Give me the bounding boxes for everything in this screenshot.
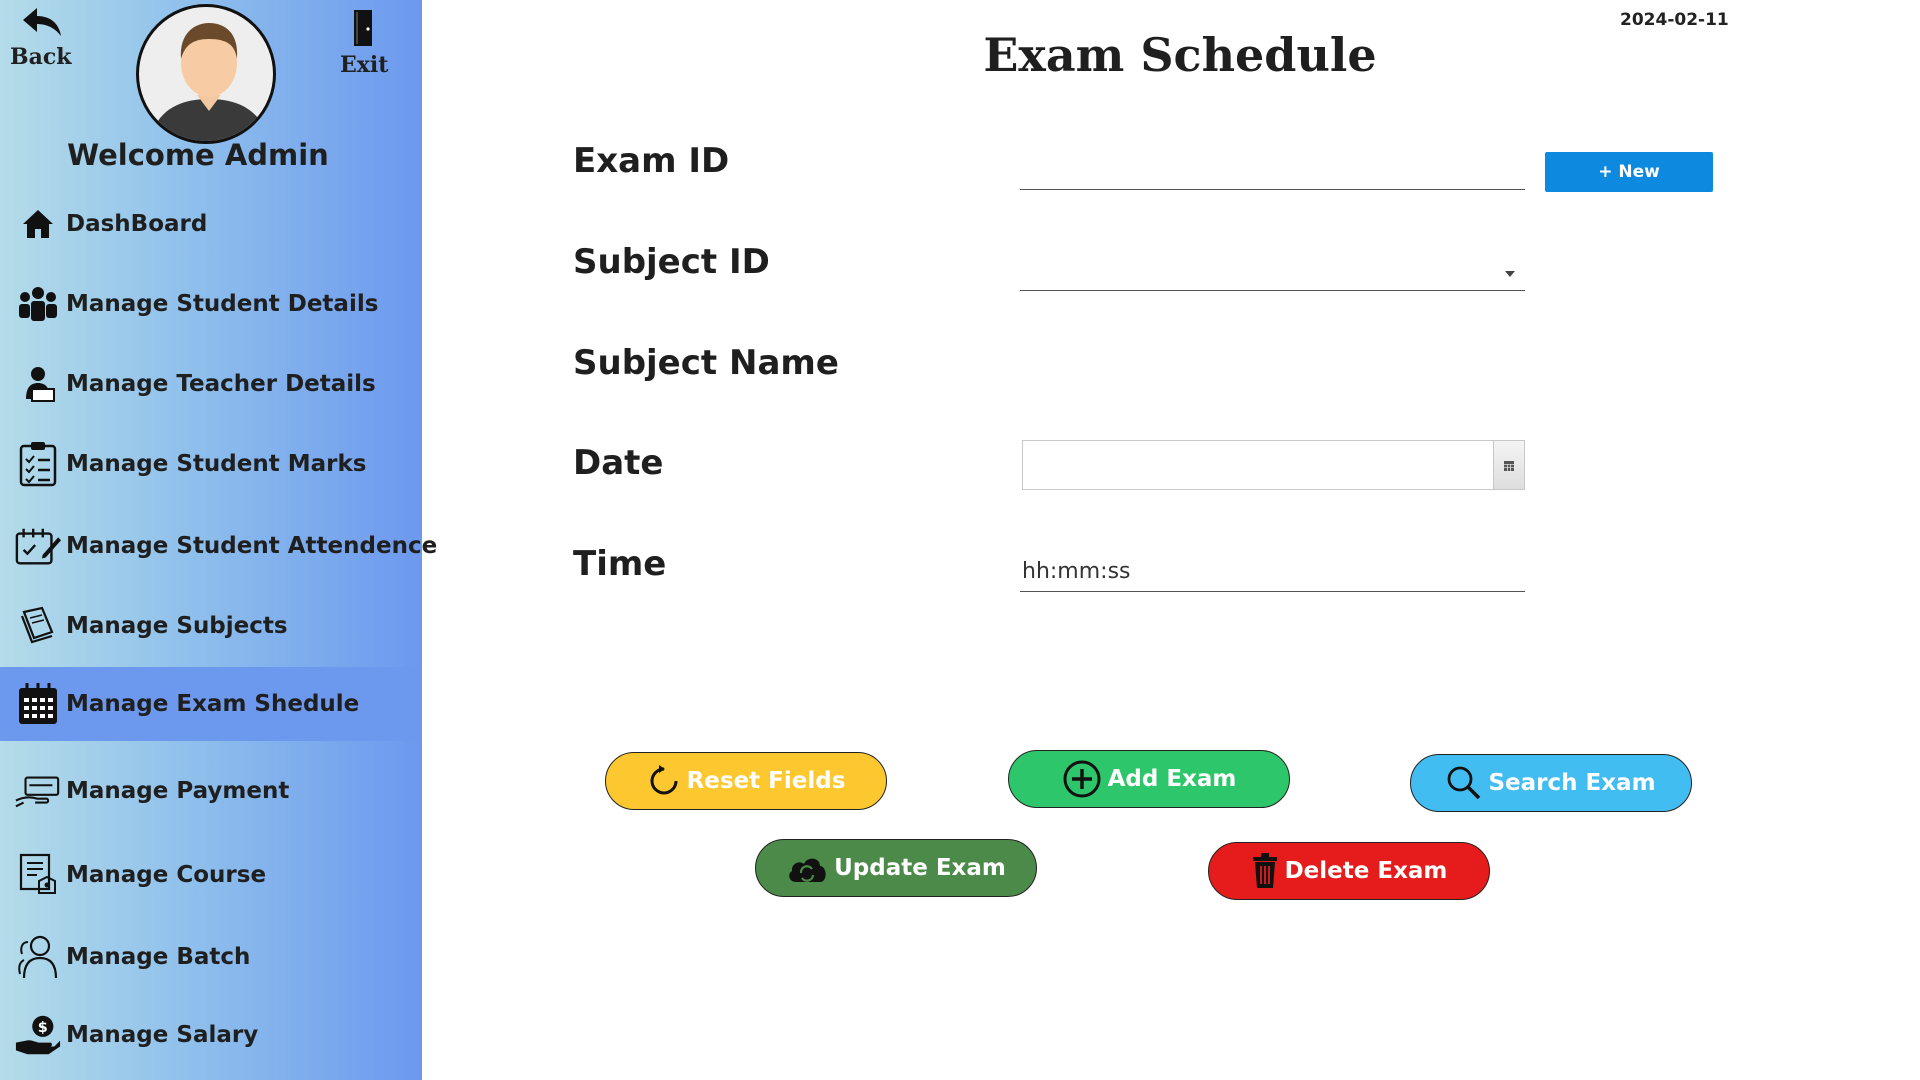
current-date: 2024-02-11 — [1620, 10, 1729, 30]
sidebar-item-exam-schedule[interactable]: Manage Exam Shedule — [0, 667, 422, 741]
sidebar-item-student-attendence[interactable]: Manage Student Attendence — [0, 509, 437, 583]
exam-id-label: Exam ID — [573, 141, 730, 181]
sidebar-item-label: Manage Student Attendence — [66, 533, 438, 559]
sidebar-item-dashboard[interactable]: DashBoard — [0, 187, 422, 261]
batch-icon — [14, 933, 62, 981]
calendar-icon — [14, 680, 62, 728]
sidebar-item-label: Manage Exam Shedule — [66, 691, 360, 717]
update-exam-label: Update Exam — [834, 855, 1006, 881]
update-exam-button[interactable]: Update Exam — [755, 839, 1037, 897]
subject-id-label: Subject ID — [573, 242, 770, 282]
search-exam-label: Search Exam — [1488, 770, 1656, 796]
sidebar-item-label: Manage Teacher Details — [66, 371, 376, 397]
exit-door-icon — [347, 8, 381, 52]
date-picker[interactable] — [1022, 440, 1525, 490]
back-label: Back — [10, 44, 72, 70]
delete-exam-label: Delete Exam — [1284, 858, 1448, 884]
sidebar-item-teacher-details[interactable]: Manage Teacher Details — [0, 347, 422, 421]
date-label: Date — [573, 443, 664, 483]
book-icon — [14, 602, 62, 650]
sidebar: Back Exit Welcome Admin DashBoard Manage… — [0, 0, 437, 1080]
sidebar-item-student-marks[interactable]: Manage Student Marks — [0, 427, 422, 501]
subject-name-label: Subject Name — [573, 343, 839, 383]
sidebar-item-label: DashBoard — [66, 211, 208, 237]
add-exam-button[interactable]: Add Exam — [1008, 750, 1290, 808]
payment-icon — [14, 767, 62, 815]
time-input[interactable]: hh:mm:ss — [1020, 552, 1525, 592]
sidebar-item-payment[interactable]: Manage Payment — [0, 754, 422, 828]
sidebar-item-subjects[interactable]: Manage Subjects — [0, 589, 422, 663]
page-title: Exam Schedule — [983, 28, 1377, 82]
sidebar-item-label: Manage Subjects — [66, 613, 288, 639]
teacher-icon — [14, 360, 62, 408]
sidebar-item-label: Manage Student Details — [66, 291, 379, 317]
back-button[interactable]: Back — [10, 4, 72, 70]
salary-icon: $ — [14, 1011, 62, 1059]
reset-fields-label: Reset Fields — [686, 768, 846, 794]
avatar — [136, 4, 276, 144]
sidebar-item-label: Manage Batch — [66, 944, 251, 970]
time-label: Time — [573, 544, 667, 584]
search-icon — [1446, 765, 1482, 801]
add-exam-label: Add Exam — [1107, 766, 1237, 792]
calendar-button[interactable] — [1493, 441, 1524, 489]
date-input[interactable] — [1023, 441, 1493, 489]
svg-text:$: $ — [38, 1020, 48, 1036]
users-icon — [14, 280, 62, 328]
new-button[interactable]: + New — [1545, 152, 1713, 192]
home-icon — [14, 200, 62, 248]
refresh-icon — [647, 764, 681, 798]
sidebar-item-label: Manage Course — [66, 862, 267, 888]
sidebar-item-label: Manage Student Marks — [66, 451, 367, 477]
reset-fields-button[interactable]: Reset Fields — [605, 752, 887, 810]
attendance-icon — [14, 522, 62, 570]
course-icon — [14, 851, 62, 899]
delete-exam-button[interactable]: Delete Exam — [1208, 842, 1490, 900]
chevron-down-icon — [1505, 258, 1515, 283]
sidebar-item-course[interactable]: Manage Course — [0, 838, 422, 912]
plus-circle-icon — [1062, 759, 1102, 799]
search-exam-button[interactable]: Search Exam — [1410, 754, 1692, 812]
exit-button[interactable]: Exit — [340, 8, 388, 78]
cloud-sync-icon — [786, 852, 828, 884]
subject-id-select[interactable] — [1020, 251, 1525, 291]
sidebar-item-batch[interactable]: Manage Batch — [0, 920, 422, 994]
sidebar-item-salary[interactable]: $ Manage Salary — [0, 998, 422, 1072]
calendar-small-icon — [1504, 456, 1514, 475]
sidebar-item-label: Manage Payment — [66, 778, 290, 804]
exam-id-field[interactable] — [1020, 150, 1525, 190]
sidebar-item-student-details[interactable]: Manage Student Details — [0, 267, 422, 341]
welcome-text: Welcome Admin — [67, 138, 329, 172]
exit-label: Exit — [340, 52, 389, 78]
sidebar-item-label: Manage Salary — [66, 1022, 259, 1048]
checklist-icon — [14, 440, 62, 488]
trash-icon — [1251, 853, 1279, 889]
back-arrow-icon — [19, 4, 63, 44]
